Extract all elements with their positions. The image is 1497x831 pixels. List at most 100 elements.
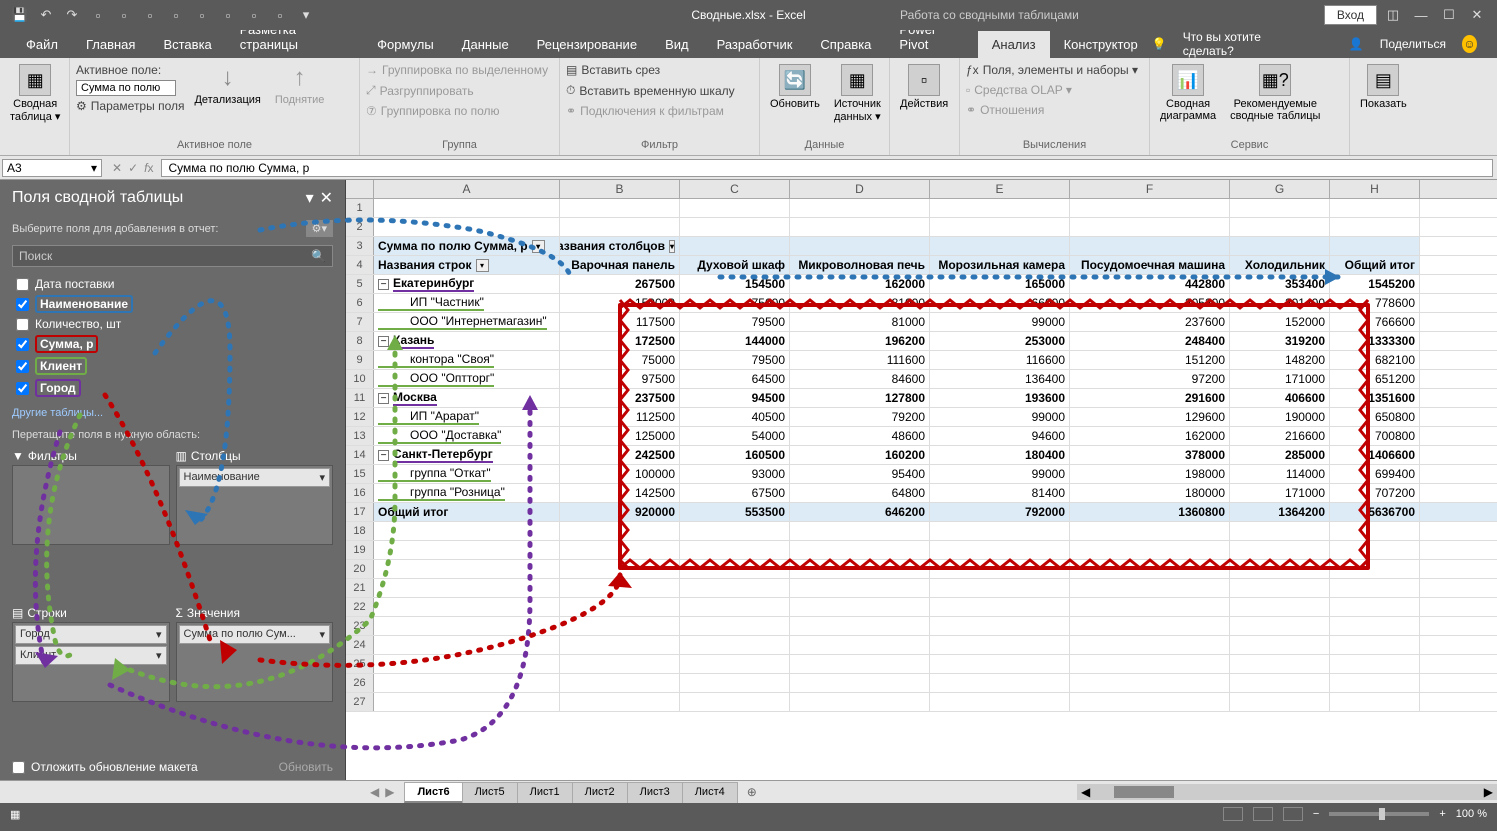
cell[interactable]: 650800 (1330, 408, 1420, 426)
row-number[interactable]: 5 (346, 275, 374, 293)
qat-btn[interactable]: ▫ (190, 3, 214, 27)
cell[interactable]: 682100 (1330, 351, 1420, 369)
cell[interactable]: Духовой шкаф (680, 256, 790, 274)
fx-icon[interactable]: fx (144, 161, 153, 175)
cell[interactable] (1330, 617, 1420, 635)
col-header[interactable]: A (374, 180, 560, 198)
cell[interactable] (1330, 522, 1420, 540)
cell[interactable]: 216600 (1230, 427, 1330, 445)
cell[interactable]: 646200 (790, 503, 930, 521)
cell[interactable]: 66000 (930, 294, 1070, 312)
view-layout-icon[interactable] (1253, 807, 1273, 821)
cell[interactable]: 553500 (680, 503, 790, 521)
cell[interactable]: Общий итог (1330, 256, 1420, 274)
cell[interactable]: 125000 (560, 427, 680, 445)
cell[interactable] (560, 636, 680, 654)
field-item[interactable]: Сумма, р (12, 333, 333, 355)
field-checkbox[interactable] (16, 318, 29, 331)
cell[interactable]: контора "Своя" (374, 351, 560, 369)
active-field-input[interactable] (76, 80, 176, 96)
row-number[interactable]: 6 (346, 294, 374, 312)
cell[interactable] (930, 579, 1070, 597)
cell[interactable]: 237600 (1070, 313, 1230, 331)
zone-columns[interactable]: Наименование▾ (176, 465, 334, 545)
worksheet-grid[interactable]: A B C D E F G H 123Сумма по полю Сумма, … (346, 180, 1497, 780)
cell[interactable]: 190000 (1230, 408, 1330, 426)
row-number[interactable]: 15 (346, 465, 374, 483)
table-row[interactable]: 25 (346, 655, 1497, 674)
zoom-slider[interactable] (1329, 812, 1429, 816)
cell[interactable] (1230, 693, 1330, 711)
cell[interactable]: 148200 (1230, 351, 1330, 369)
cell[interactable]: ИП "Частник" (374, 294, 560, 312)
table-row[interactable]: 9контора "Своя"7500079500111600116600151… (346, 351, 1497, 370)
zone-item[interactable]: Сумма по полю Сум...▾ (179, 625, 331, 644)
cell[interactable] (930, 693, 1070, 711)
cell[interactable]: 79500 (680, 313, 790, 331)
field-checkbox[interactable] (16, 278, 29, 291)
field-item[interactable]: Дата поставки (12, 275, 333, 293)
tab-home[interactable]: Главная (72, 31, 149, 58)
cell[interactable]: ООО "Оптторг" (374, 370, 560, 388)
name-box[interactable]: A3▾ (2, 159, 102, 177)
cell[interactable]: 64500 (680, 370, 790, 388)
cell[interactable]: 81000 (790, 294, 930, 312)
cell[interactable] (1330, 636, 1420, 654)
cell[interactable] (790, 674, 930, 692)
cell[interactable] (1070, 199, 1230, 217)
cell[interactable] (790, 560, 930, 578)
cell[interactable] (1230, 218, 1330, 236)
cell[interactable] (790, 579, 930, 597)
cell[interactable]: 1545200 (1330, 275, 1420, 293)
cell[interactable] (560, 560, 680, 578)
cell[interactable] (374, 541, 560, 559)
close-icon[interactable]: ✕ (320, 188, 333, 208)
row-number[interactable]: 18 (346, 522, 374, 540)
cell[interactable]: 700800 (1330, 427, 1420, 445)
cell[interactable] (1070, 636, 1230, 654)
cell[interactable] (930, 598, 1070, 616)
maximize-icon[interactable]: ☐ (1437, 3, 1461, 27)
cell[interactable] (930, 636, 1070, 654)
field-item[interactable]: Наименование (12, 293, 333, 315)
sheet-tab[interactable]: Лист5 (462, 782, 518, 803)
qat-btn[interactable]: ▫ (216, 3, 240, 27)
gear-icon[interactable]: ⚙▾ (306, 220, 333, 237)
tab-data[interactable]: Данные (448, 31, 523, 58)
sheet-prev-icon[interactable]: ◀ (370, 785, 379, 799)
row-number[interactable]: 12 (346, 408, 374, 426)
qat-btn[interactable]: ▫ (112, 3, 136, 27)
cell[interactable]: ООО "Доставка" (374, 427, 560, 445)
cell[interactable]: 99000 (930, 313, 1070, 331)
cell[interactable]: Варочная панель (560, 256, 680, 274)
cell[interactable] (930, 674, 1070, 692)
cell[interactable] (1330, 674, 1420, 692)
cell[interactable] (1070, 617, 1230, 635)
cell[interactable]: Общий итог (374, 503, 560, 521)
row-number[interactable]: 9 (346, 351, 374, 369)
table-row[interactable]: 23 (346, 617, 1497, 636)
search-input[interactable]: Поиск🔍 (12, 245, 333, 267)
zone-filters[interactable] (12, 465, 170, 545)
feedback-icon[interactable]: ☺ (1462, 35, 1477, 53)
cell[interactable] (560, 655, 680, 673)
cell[interactable]: 237500 (560, 389, 680, 407)
fields-items-button[interactable]: ƒx Поля, элементы и наборы ▾ (966, 62, 1138, 78)
col-header[interactable]: B (560, 180, 680, 198)
cell[interactable] (1230, 541, 1330, 559)
table-row[interactable]: 5−Екатеринбург26750015450016200016500044… (346, 275, 1497, 294)
cell[interactable] (1070, 674, 1230, 692)
cell[interactable] (1070, 579, 1230, 597)
cell[interactable]: 1333300 (1330, 332, 1420, 350)
table-row[interactable]: 3Сумма по полю Сумма, р▾Названия столбцо… (346, 237, 1497, 256)
row-number[interactable]: 17 (346, 503, 374, 521)
cell[interactable] (1230, 674, 1330, 692)
cell[interactable] (1330, 693, 1420, 711)
tab-formulas[interactable]: Формулы (363, 31, 448, 58)
row-number[interactable]: 22 (346, 598, 374, 616)
cancel-icon[interactable]: ✕ (112, 161, 122, 175)
cell[interactable] (374, 636, 560, 654)
zone-rows[interactable]: Город▾Клиент▾ (12, 622, 170, 702)
cell[interactable] (374, 598, 560, 616)
cell[interactable] (930, 560, 1070, 578)
